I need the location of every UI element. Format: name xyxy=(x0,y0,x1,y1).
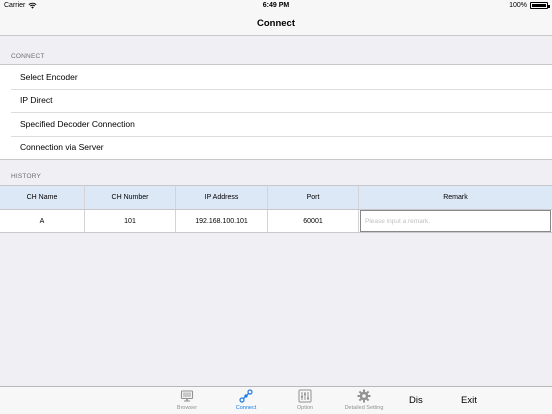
sliders-icon xyxy=(298,389,312,403)
link-icon xyxy=(239,389,253,403)
remark-cell xyxy=(359,210,552,232)
exit-button[interactable]: Exit xyxy=(461,395,477,406)
dis-button[interactable]: Dis xyxy=(409,395,423,406)
column-header-remark: Remark xyxy=(443,194,468,201)
tab-browser-label: Browser xyxy=(176,405,198,411)
specified-decoder-connection-item[interactable]: Specified Decoder Connection xyxy=(0,112,552,136)
gear-icon xyxy=(357,389,371,403)
tab-bar: Browser Connect Option Detailed Setting … xyxy=(0,386,552,414)
port-cell[interactable]: 60001 xyxy=(268,210,359,232)
tab-option[interactable]: Option xyxy=(283,389,327,413)
connect-list: Select Encoder IP Direct Specified Decod… xyxy=(0,64,552,160)
status-bar: Carrier 6:49 PM 100% xyxy=(0,0,552,12)
status-right: 100% xyxy=(509,2,550,9)
navigation-bar: Connect xyxy=(0,12,552,36)
tab-connect-label: Connect xyxy=(235,405,257,411)
battery-icon xyxy=(530,2,550,9)
battery-percent: 100% xyxy=(509,2,527,9)
tab-option-label: Option xyxy=(296,405,314,411)
page-title: Connect xyxy=(257,18,295,29)
column-header-ch-number: CH Number xyxy=(85,186,176,209)
column-header-ch-name: CH Name xyxy=(0,186,85,209)
remark-input[interactable] xyxy=(360,210,551,232)
tab-detailed-setting[interactable]: Detailed Setting xyxy=(342,389,386,413)
column-header-ip-address: IP Address xyxy=(176,186,268,209)
ch-name-cell[interactable]: A xyxy=(0,210,85,232)
monitor-icon xyxy=(180,390,194,402)
column-header-port: Port xyxy=(268,186,359,209)
connect-section-header: CONNECT xyxy=(11,53,45,60)
select-encoder-item[interactable]: Select Encoder xyxy=(0,65,552,89)
table-row[interactable]: A 101 192.168.100.101 60001 xyxy=(0,209,552,233)
tab-detailed-setting-label: Detailed Setting xyxy=(344,405,384,411)
history-table: CH Name CH Number IP Address Port Remark… xyxy=(0,185,552,233)
history-table-header: CH Name CH Number IP Address Port Remark xyxy=(0,185,552,209)
ip-address-cell[interactable]: 192.168.100.101 xyxy=(176,210,268,232)
tab-browser[interactable]: Browser xyxy=(165,389,209,413)
ch-number-cell[interactable]: 101 xyxy=(85,210,176,232)
tab-connect[interactable]: Connect xyxy=(224,389,268,413)
history-section-header: HISTORY xyxy=(11,173,42,180)
status-time: 6:49 PM xyxy=(262,2,290,9)
connection-via-server-item[interactable]: Connection via Server xyxy=(0,135,552,160)
ip-direct-item[interactable]: IP Direct xyxy=(0,88,552,113)
